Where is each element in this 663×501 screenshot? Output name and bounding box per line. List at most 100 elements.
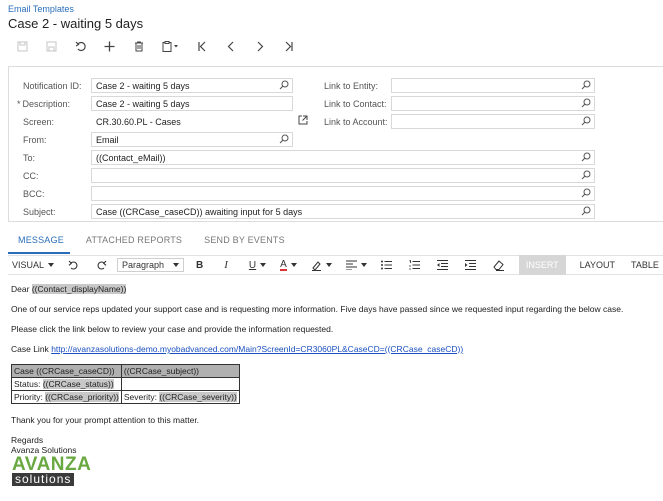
case-info-table: Case ((CRCase_caseCD)) ((CRCase_subject)… <box>11 364 240 404</box>
save-close-button[interactable] <box>37 37 66 55</box>
subject-label: Subject: <box>23 207 56 217</box>
page-title: Case 2 - waiting 5 days <box>8 16 144 31</box>
subject-value: Case ((CRCase_caseCD)) awaiting input fo… <box>96 207 303 217</box>
search-icon[interactable] <box>581 80 591 90</box>
next-record-button[interactable] <box>245 37 274 55</box>
link-entity-field[interactable] <box>391 78 595 93</box>
summary-form: Notification ID: Case 2 - waiting 5 days… <box>8 66 663 222</box>
template-field-severity: ((CRCase_severity)) <box>159 392 237 402</box>
notification-id-value: Case 2 - waiting 5 days <box>96 81 190 91</box>
last-icon <box>285 41 293 51</box>
bcc-field[interactable] <box>91 186 595 201</box>
numbered-list-button[interactable] <box>408 255 420 275</box>
search-icon[interactable] <box>279 80 289 90</box>
first-icon <box>197 41 205 51</box>
case-link-url[interactable]: http://avanzasolutions-demo.myobadvanced… <box>51 344 463 354</box>
first-record-button[interactable] <box>187 37 216 55</box>
save-button[interactable] <box>8 37 37 55</box>
underline-icon: U <box>248 259 257 271</box>
link-contact-label: Link to Contact: <box>324 99 387 109</box>
tab-message[interactable]: MESSAGE <box>18 233 64 253</box>
table-row: Status: ((CRCase_status)) <box>11 377 240 391</box>
company-logo: AVANZA solutions <box>12 454 92 486</box>
visual-mode-dropdown[interactable]: VISUAL <box>12 255 55 275</box>
last-record-button[interactable] <box>274 37 303 55</box>
link-account-label: Link to Account: <box>324 117 388 127</box>
bullet-list-button[interactable] <box>380 255 392 275</box>
link-contact-field[interactable] <box>391 96 595 111</box>
undo-button[interactable] <box>68 255 79 275</box>
insert-menu[interactable]: INSERT <box>518 255 566 275</box>
editor-toolbar: VISUAL Paragraph B I U A INSERT LAYOUT T… <box>8 255 663 275</box>
font-color-button[interactable]: A <box>280 255 297 275</box>
bold-icon: B <box>196 259 204 271</box>
notification-id-field[interactable]: Case 2 - waiting 5 days <box>91 78 293 93</box>
search-icon[interactable] <box>581 170 591 180</box>
previous-record-button[interactable] <box>216 37 245 55</box>
table-menu[interactable]: TABLE <box>631 255 659 275</box>
case-prefix: Case <box>14 366 34 376</box>
delete-button[interactable] <box>124 37 153 55</box>
severity-prefix: Severity: <box>123 392 157 402</box>
caret-down-icon <box>173 263 180 267</box>
tab-attached-reports[interactable]: ATTACHED REPORTS <box>86 233 182 253</box>
tab-send-by-events[interactable]: SEND BY EVENTS <box>204 233 285 253</box>
priority-prefix: Priority: <box>14 392 43 402</box>
search-icon[interactable] <box>581 98 591 108</box>
table-cell: Severity: ((CRCase_severity)) <box>120 390 240 404</box>
external-link-icon[interactable] <box>298 115 308 125</box>
italic-button[interactable]: I <box>224 255 228 275</box>
description-field[interactable]: Case 2 - waiting 5 days <box>91 96 293 111</box>
save-close-icon <box>46 41 57 51</box>
description-label: * Description: <box>17 99 70 109</box>
indent-icon <box>464 260 476 270</box>
outdent-icon <box>436 260 448 270</box>
add-button[interactable] <box>95 37 124 55</box>
search-icon[interactable] <box>581 116 591 126</box>
subject-field[interactable]: Case ((CRCase_caseCD)) awaiting input fo… <box>91 204 595 219</box>
bold-button[interactable]: B <box>196 255 203 275</box>
copy-paste-button[interactable] <box>153 37 187 55</box>
align-button[interactable] <box>345 255 367 275</box>
chevron-right-icon <box>257 41 263 51</box>
logo-subtext: solutions <box>12 473 75 486</box>
highlighter-icon <box>311 260 321 271</box>
search-icon[interactable] <box>279 134 289 144</box>
redo-button[interactable] <box>96 255 107 275</box>
layout-menu[interactable]: LAYOUT <box>580 255 615 275</box>
plus-icon <box>104 41 115 51</box>
case-link-label: Case Link <box>11 344 49 354</box>
paragraph-format-select[interactable]: Paragraph <box>117 258 185 272</box>
chevron-left-icon <box>227 41 233 51</box>
undo-button[interactable] <box>66 37 95 55</box>
logo-text: AVANZA <box>12 454 92 475</box>
screen-value: CR.30.60.PL - Cases <box>96 117 181 127</box>
breadcrumb[interactable]: Email Templates <box>8 4 74 14</box>
required-mark: * <box>17 99 21 109</box>
underline-button[interactable]: U <box>248 255 267 275</box>
from-field[interactable]: Email <box>91 132 293 147</box>
undo-icon <box>68 260 78 270</box>
caret-down-icon <box>260 263 267 267</box>
search-icon[interactable] <box>581 188 591 198</box>
paragraph-format-wrapper: Paragraph <box>117 255 185 275</box>
template-field-contact-name: ((Contact_displayName)) <box>31 284 127 294</box>
notification-id-label: Notification ID: <box>23 81 82 91</box>
outdent-button[interactable] <box>436 255 448 275</box>
to-label: To: <box>23 153 36 163</box>
indent-button[interactable] <box>464 255 476 275</box>
search-icon[interactable] <box>581 206 591 216</box>
highlight-button[interactable] <box>311 255 332 275</box>
main-toolbar <box>8 37 303 55</box>
to-field[interactable]: ((Contact_eMail)) <box>91 150 595 165</box>
cc-field[interactable] <box>91 168 595 183</box>
caret-down-icon <box>48 263 55 267</box>
from-label: From: <box>23 135 47 145</box>
caret-down-icon <box>290 263 297 267</box>
greeting-text: Dear <box>11 284 30 294</box>
search-icon[interactable] <box>581 152 591 162</box>
clear-format-button[interactable] <box>493 255 505 275</box>
link-account-field[interactable] <box>391 114 595 129</box>
table-cell: Status: ((CRCase_status)) <box>11 377 122 391</box>
template-field-status: ((CRCase_status)) <box>42 379 114 389</box>
